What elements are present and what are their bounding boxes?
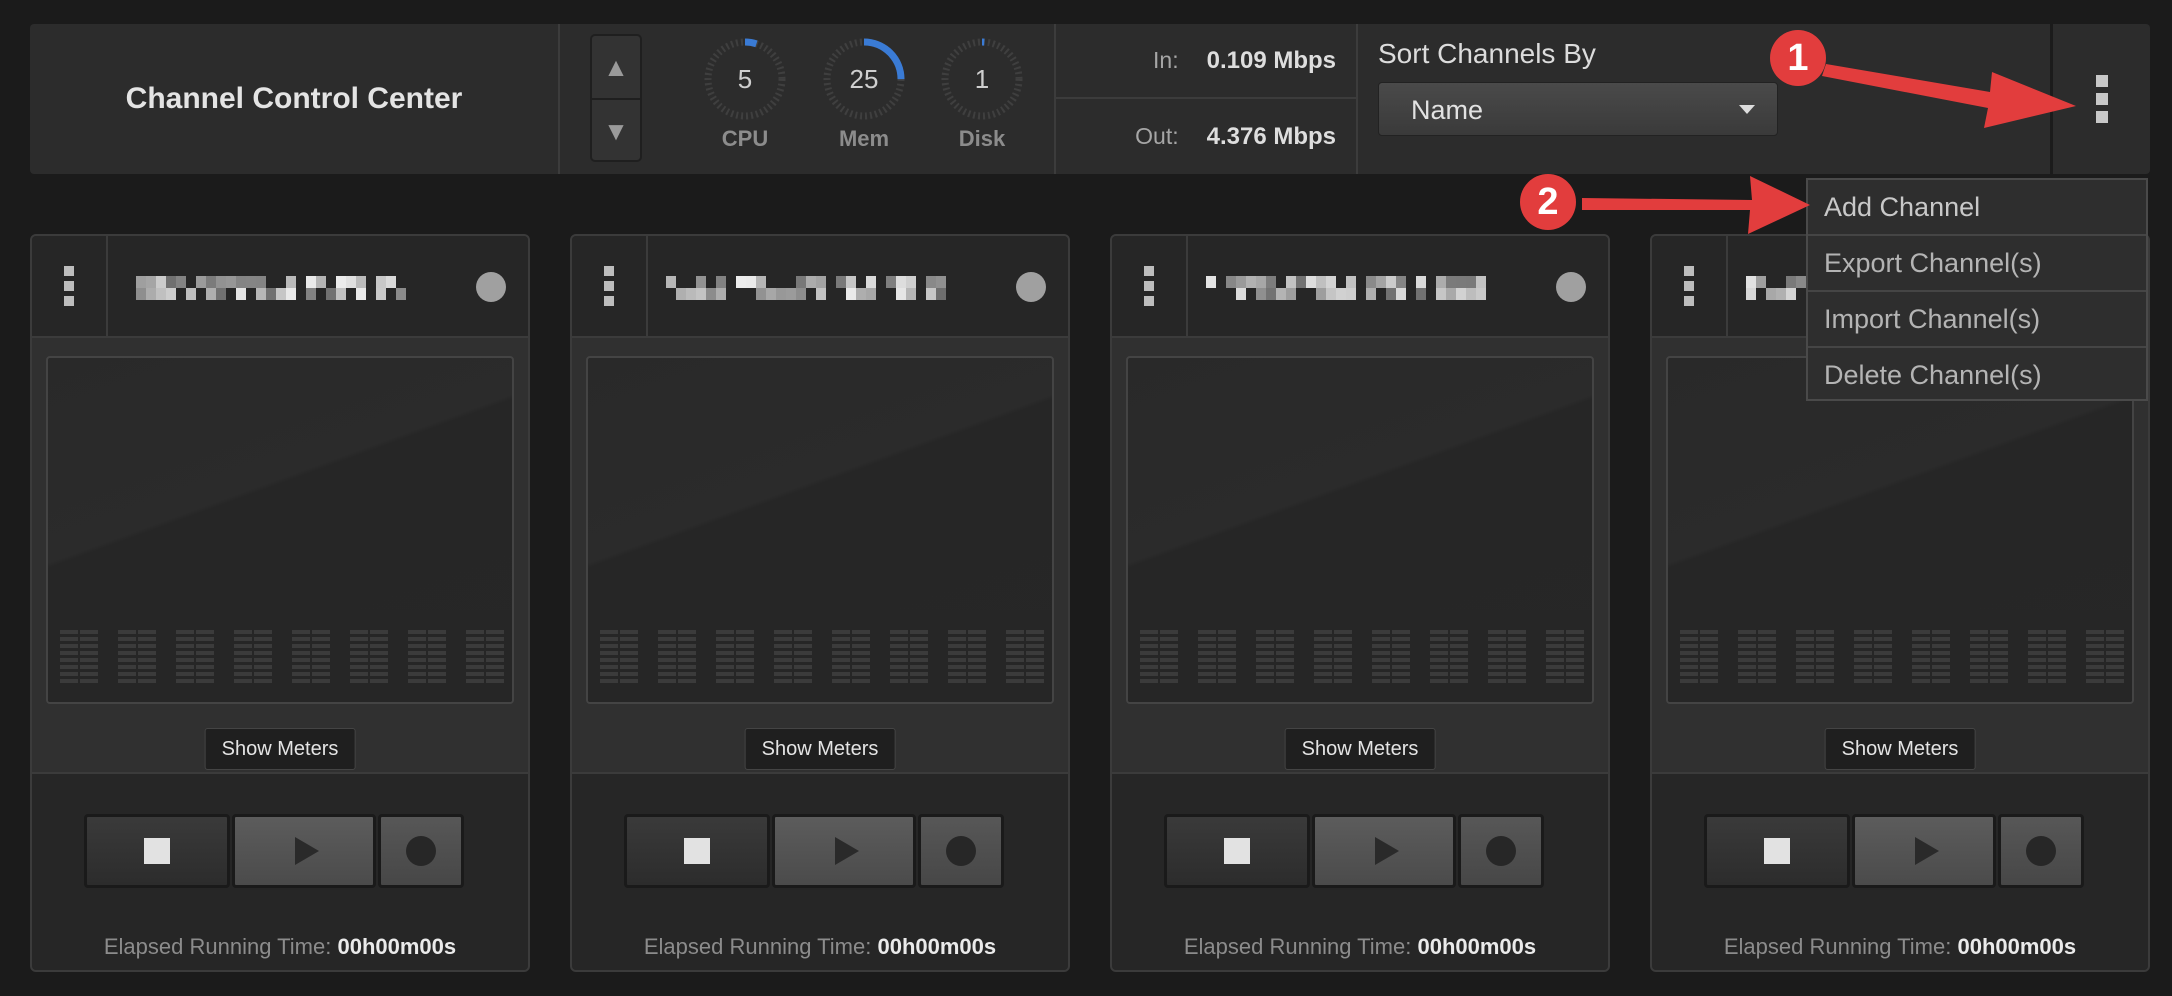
arrow-2 (1582, 176, 1810, 234)
callout-badge-1: 1 (1770, 30, 1826, 86)
arrow-1 (1822, 64, 2076, 128)
callout-badge-2: 2 (1520, 174, 1576, 230)
annotation-arrows (1582, 64, 2076, 234)
